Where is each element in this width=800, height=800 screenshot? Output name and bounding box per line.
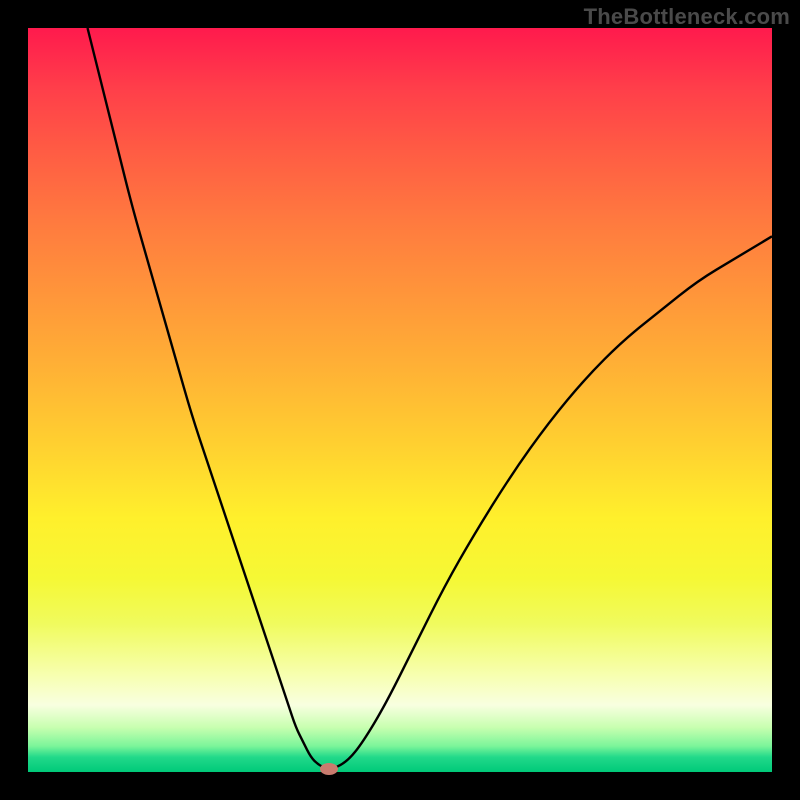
optimal-point-marker bbox=[320, 763, 338, 775]
curve-svg bbox=[28, 28, 772, 772]
plot-area bbox=[28, 28, 772, 772]
chart-container: TheBottleneck.com bbox=[0, 0, 800, 800]
bottleneck-curve-path bbox=[88, 28, 772, 769]
watermark-label: TheBottleneck.com bbox=[584, 4, 790, 30]
